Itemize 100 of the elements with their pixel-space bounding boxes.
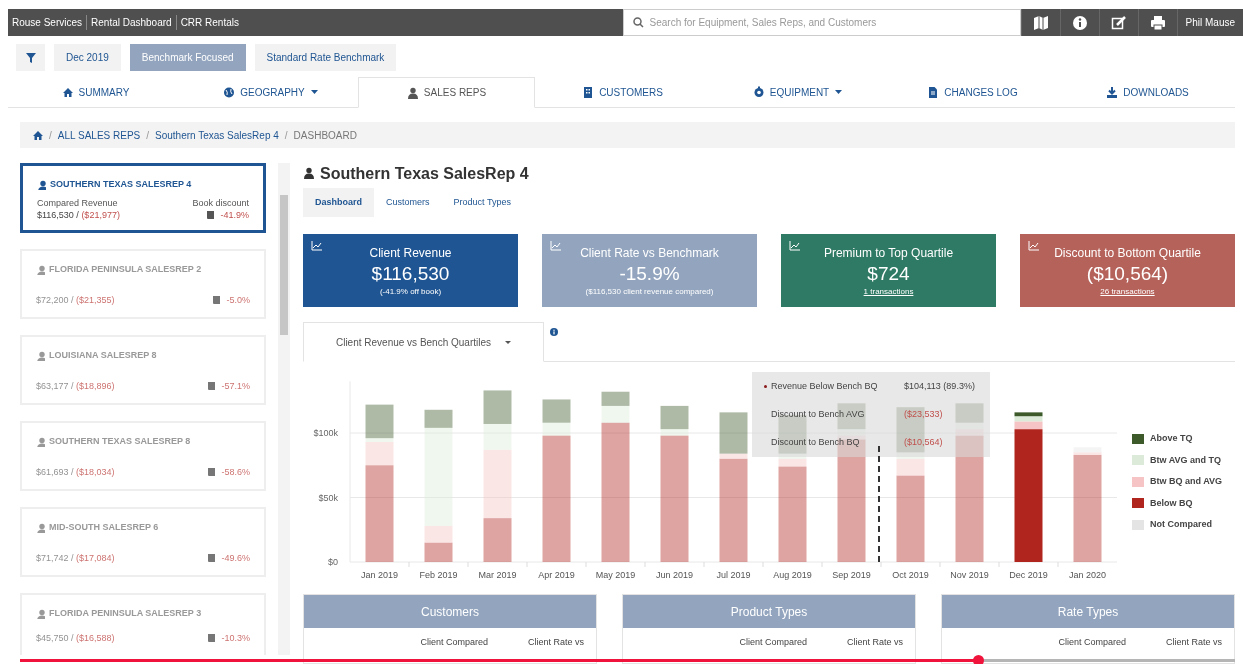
chart-dropdown[interactable]: Client Revenue vs Bench Quartiles [303, 322, 544, 362]
rep-name: FLORIDA PENINSULA SALESREP 2 [49, 263, 202, 276]
sales-rep-card[interactable]: SOUTHERN TEXAS SALESREP 8 $61,693 / ($18,034) -58.6% [20, 421, 266, 491]
column-header: Client Rate vs [846, 636, 903, 649]
legend-swatch [1132, 498, 1144, 509]
breadcrumb-current: DASHBOARD [293, 128, 357, 143]
globe-icon [223, 86, 235, 98]
gear-icon [752, 86, 764, 98]
kpi-title: Premium to Top Quartile [823, 244, 954, 262]
bar-segment [483, 390, 512, 424]
user-icon [36, 608, 45, 619]
legend-label: Not Compared [1150, 518, 1212, 531]
book-icon [207, 381, 217, 392]
tooltip-value: ($10,564) [904, 437, 943, 449]
nav-tab[interactable]: SALES REPS [358, 77, 535, 108]
legend-swatch [1132, 433, 1144, 444]
axis-label: Mar 2019 [478, 570, 517, 580]
sub-tab[interactable]: Dashboard [303, 188, 374, 217]
sub-tab[interactable]: Customers [374, 188, 442, 217]
book-icon [207, 633, 217, 644]
header-link[interactable]: Rouse Services [8, 15, 87, 30]
sales-rep-card[interactable]: MID-SOUTH SALESREP 6 $71,742 / ($17,084) -49.6% [20, 507, 266, 577]
download-icon [1106, 86, 1118, 98]
kpi-note: (-41.9% off book) [379, 285, 442, 298]
column-header: Client Rate vs [527, 636, 584, 649]
user-icon [406, 86, 418, 99]
axis-label: May 2019 [595, 570, 636, 580]
discount-value: -10.3% [221, 631, 250, 645]
kpi-note: ($116,530 client revenue compared) [585, 285, 714, 298]
nav-tab[interactable]: DOWNLOADS [1060, 77, 1235, 107]
book-icon [207, 467, 217, 478]
nav-tab[interactable]: GEOGRAPHY [183, 77, 358, 107]
filter-icon [25, 52, 36, 63]
search-field[interactable]: Search for Equipment, Sales Reps, and Customers [622, 9, 1021, 36]
column-header: Client Compared [1058, 636, 1126, 649]
filter-chip[interactable]: Dec 2019 [54, 44, 121, 71]
axis-label: Feb 2019 [419, 570, 458, 580]
sales-rep-card[interactable]: LOUISIANA SALESREP 8 $63,177 / ($18,896) -57.1% [20, 335, 266, 405]
tooltip-value: ($23,533) [904, 409, 943, 420]
sub-tab[interactable]: Product Types [441, 188, 523, 217]
kpi-link[interactable]: 26 transactions [1100, 285, 1155, 298]
header-link[interactable]: Rental Dashboard [86, 15, 176, 30]
revenue-value: $45,750 / ($16,588) [36, 631, 115, 645]
rep-name: LOUISIANA SALESREP 8 [49, 349, 157, 362]
book-icon [206, 210, 216, 221]
axis-label: Sep 2019 [832, 570, 871, 580]
filter-chip[interactable]: Standard Rate Benchmark [254, 44, 397, 71]
rep-name: SOUTHERN TEXAS SALESREP 8 [49, 435, 191, 448]
tooltip-label: Discount to Bench AVG [771, 409, 865, 420]
axis-label: Nov 2019 [950, 570, 989, 580]
discount-value: -58.6% [221, 465, 250, 479]
book-icon [207, 553, 217, 564]
edit-icon [1110, 14, 1127, 31]
nav-tab[interactable]: EQUIPMENT [710, 77, 885, 107]
rep-name: MID-SOUTH SALESREP 6 [49, 521, 159, 534]
user-icon [36, 350, 45, 361]
info-icon [1071, 14, 1088, 31]
kpi-value: -15.9% [619, 261, 680, 286]
kpi-value: ($10,564) [1086, 261, 1169, 286]
chart-icon [550, 240, 562, 251]
progress-handle[interactable] [973, 655, 984, 664]
sales-rep-card[interactable]: FLORIDA PENINSULA SALESREP 2 $72,200 / ($21,355) -5.0% [20, 249, 266, 319]
revenue-value: $116,530 / ($21,977) [37, 208, 120, 222]
caret-icon [505, 340, 512, 344]
axis-label: Jun 2019 [656, 570, 693, 580]
axis-label: $50k [318, 492, 338, 503]
revenue-label: Compared Revenue [37, 196, 118, 209]
discount-value: -41.9% [220, 208, 249, 222]
breadcrumb-link[interactable]: Southern Texas SalesRep 4 [155, 127, 279, 143]
filter-button[interactable] [16, 44, 45, 71]
book-icon [212, 295, 222, 306]
kpi-value: $724 [867, 261, 910, 286]
panel-header: Customers [304, 595, 596, 628]
scrollbar[interactable] [278, 163, 290, 655]
axis-label: $100k [313, 428, 338, 438]
axis-label: Aug 2019 [773, 570, 812, 580]
kpi-link[interactable]: 1 transactions [863, 285, 914, 298]
user-icon [36, 264, 45, 275]
axis-label: Oct 2019 [892, 570, 929, 580]
sales-rep-card[interactable]: FLORIDA PENINSULA SALESREP 3 $45,750 / ($16,588) -10.3% [20, 593, 266, 655]
header-link[interactable]: CRR Rentals [175, 15, 243, 30]
axis-label: Jan 2019 [361, 570, 398, 580]
axis-label: Apr 2019 [538, 570, 575, 580]
nav-tab[interactable]: SUMMARY [8, 77, 183, 107]
nav-tab[interactable]: CHANGES LOG [885, 77, 1060, 107]
panel-header: Product Types [623, 595, 915, 628]
breadcrumb-separator: / [49, 128, 52, 143]
breadcrumb-link[interactable]: ALL SALES REPS [57, 127, 141, 143]
revenue-value: $61,693 / ($18,034) [36, 465, 115, 479]
legend-label: Below BQ [1150, 496, 1193, 510]
sales-rep-card[interactable]: SOUTHERN TEXAS SALESREP 4 Compared Revenue Book discount $116,530 / ($21,977) -41.9% [20, 163, 266, 233]
nav-tab[interactable]: CUSTOMERS [535, 77, 710, 107]
revenue-value: $71,742 / ($17,084) [36, 551, 115, 565]
chart-icon [1028, 240, 1040, 251]
kpi-value: $116,530 [371, 261, 450, 286]
document-icon [927, 86, 939, 98]
axis-label: Dec 2019 [1009, 570, 1048, 580]
tooltip-label: Revenue Below Bench BQ [771, 380, 878, 392]
user-name[interactable]: Phil Mause [1176, 9, 1243, 36]
column-header: Client Compared [420, 636, 488, 649]
